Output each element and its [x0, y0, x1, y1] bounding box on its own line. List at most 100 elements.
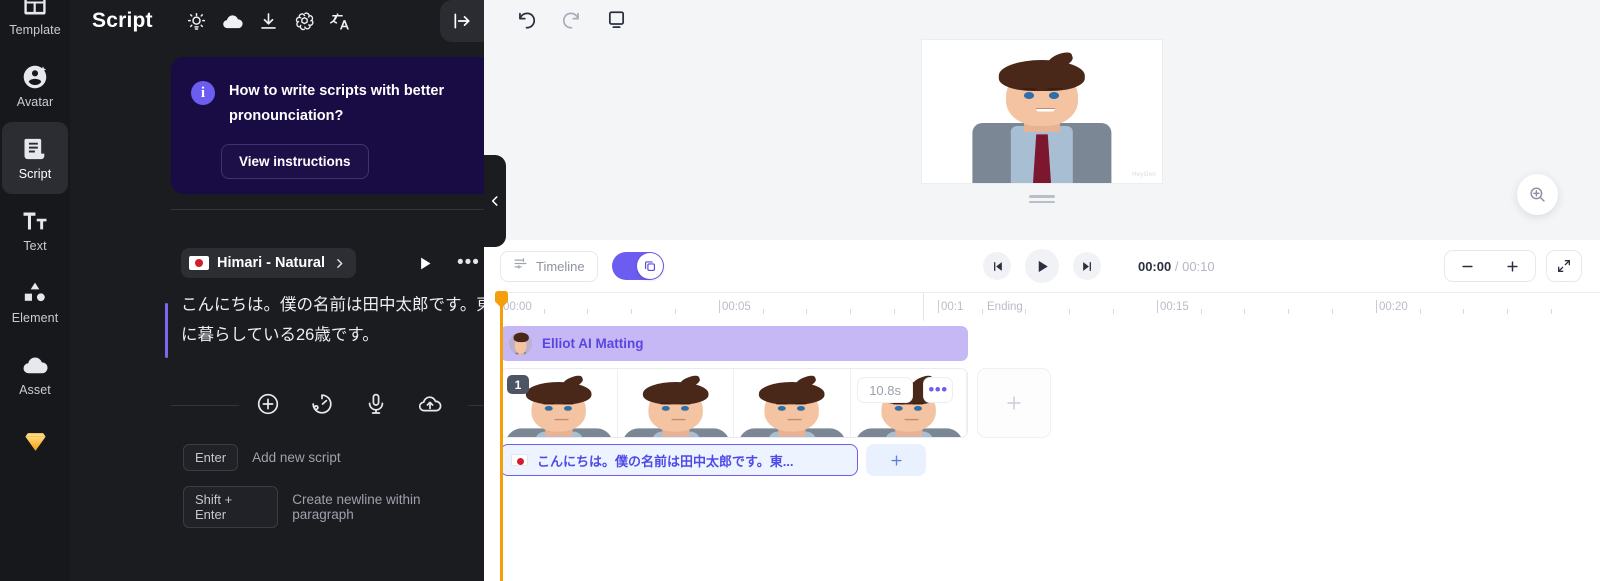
device-preview-icon[interactable] — [606, 10, 627, 31]
timeline-icon — [513, 256, 528, 276]
video-frame — [734, 369, 851, 437]
element-icon — [22, 280, 48, 306]
text-icon — [22, 208, 48, 234]
canvas-toolbar — [484, 0, 1600, 40]
video-track-clip[interactable]: 1 10.8s ••• — [500, 368, 968, 438]
ruler-tick-major: 00:20 — [1376, 300, 1408, 313]
more-horizontal-icon[interactable]: ••• — [457, 253, 480, 272]
keyboard-hints: Enter Add new script Shift + Enter Creat… — [183, 444, 484, 543]
play-icon[interactable] — [418, 256, 433, 271]
openai-icon[interactable] — [287, 5, 323, 37]
timeline-panel: Timeline 00:00 / 00:10 00:00 00:05 00:1 … — [484, 240, 1600, 581]
timeline-ruler[interactable]: 00:00 00:05 00:1 00:15 00:20 Ending — [500, 292, 1600, 321]
sidebar-item-label: Script — [18, 166, 52, 181]
premium-diamond-icon[interactable] — [2, 420, 68, 460]
add-script-button[interactable] — [866, 444, 926, 476]
script-panel: Script i How to write scripts with bette… — [70, 0, 536, 581]
cloud-upload-icon[interactable] — [215, 5, 251, 37]
undo-icon[interactable] — [516, 10, 537, 31]
panel-title: Script — [92, 9, 153, 32]
video-frame — [617, 369, 734, 437]
hint-key: Enter — [183, 444, 239, 471]
hint-text: Add new script — [252, 450, 341, 465]
microphone-icon[interactable] — [364, 392, 388, 416]
hint-row: Enter Add new script — [183, 444, 484, 471]
avatar-track-clip[interactable]: Elliot AI Matting — [500, 326, 968, 361]
ending-label: Ending — [987, 301, 1023, 313]
avatar-icon — [22, 64, 48, 90]
active-script-accent-bar — [165, 303, 168, 358]
translate-icon[interactable] — [323, 5, 359, 37]
redo-icon[interactable] — [561, 10, 582, 31]
time-separator: / — [1174, 258, 1179, 274]
pause-duration-icon[interactable] — [310, 392, 334, 416]
jp-flag-icon — [189, 256, 209, 270]
ruler-tick-major: 00:1 — [938, 300, 963, 313]
asset-cloud-icon — [22, 352, 48, 378]
play-button[interactable] — [1025, 249, 1059, 283]
lightbulb-icon[interactable] — [179, 5, 215, 37]
cloud-upload-icon[interactable] — [418, 392, 442, 416]
avatar-thumbnail — [509, 332, 532, 355]
zoom-out-button[interactable] — [1445, 251, 1490, 281]
sidebar-item-avatar[interactable]: Avatar — [2, 50, 68, 122]
sidebar-item-label: Avatar — [16, 94, 54, 109]
ruler-tick-major: 00:15 — [1157, 300, 1189, 313]
view-instructions-button[interactable]: View instructions — [221, 143, 369, 179]
voice-name: Himari - Natural — [217, 255, 325, 271]
time-readout: 00:00 / 00:10 — [1138, 259, 1215, 274]
clip-more-menu-button[interactable]: ••• — [923, 377, 953, 403]
clip-index-badge: 1 — [507, 375, 529, 394]
info-icon: i — [191, 81, 215, 105]
hint-text: Create newline within paragraph — [292, 492, 421, 522]
sidebar-item-script[interactable]: Script — [2, 122, 68, 194]
timeline-playhead[interactable] — [495, 291, 508, 581]
tab-timeline-label: Timeline — [536, 258, 585, 274]
canvas-zoom-in-button[interactable] — [1517, 174, 1558, 215]
skip-next-icon[interactable] — [1073, 252, 1101, 280]
sidebar-item-template[interactable]: Template — [2, 0, 68, 50]
timeline-mode-toggle[interactable] — [611, 252, 664, 280]
collapse-script-panel-button[interactable] — [484, 155, 506, 247]
chevron-right-icon — [333, 257, 346, 270]
total-time: 00:10 — [1182, 258, 1215, 274]
script-icon — [22, 136, 48, 162]
hint-row: Shift + Enter Create newline within para… — [183, 486, 484, 528]
playback-controls — [983, 249, 1101, 283]
sidebar-item-label: Asset — [19, 382, 51, 397]
jp-flag-icon — [511, 454, 528, 466]
fit-screen-button[interactable] — [1546, 250, 1582, 282]
resize-handle-icon[interactable] — [1029, 195, 1055, 203]
avatar-artwork — [922, 40, 1162, 183]
pronunciation-info-banner: i How to write scripts with better prono… — [171, 57, 535, 194]
sidebar-item-element[interactable]: Element — [2, 266, 68, 338]
voice-selector[interactable]: Himari - Natural — [181, 248, 356, 278]
banner-title: How to write scripts with better pronoun… — [229, 83, 445, 124]
divider — [171, 209, 535, 210]
sidebar-item-label: Template — [9, 22, 61, 37]
clip-duration-chip[interactable]: 10.8s — [857, 377, 913, 403]
zoom-control-group — [1444, 250, 1536, 282]
ruler-tick-major: 00:05 — [719, 300, 751, 313]
left-nav-rail: Template Avatar Script Text Element Asse… — [0, 0, 70, 581]
download-icon[interactable] — [251, 5, 287, 37]
add-circle-icon[interactable] — [256, 392, 280, 416]
sidebar-item-asset[interactable]: Asset — [2, 338, 68, 410]
add-media-button[interactable] — [977, 368, 1051, 438]
preview-watermark: HeyGen — [1132, 172, 1156, 178]
sidebar-item-text[interactable]: Text — [2, 194, 68, 266]
zoom-in-button[interactable] — [1490, 251, 1535, 281]
timeline-toolbar: Timeline 00:00 / 00:10 — [484, 240, 1600, 292]
skip-previous-icon[interactable] — [983, 252, 1011, 280]
script-track-clip[interactable]: こんにちは。僕の名前は田中太郎です。東... — [500, 444, 858, 476]
divider — [171, 405, 239, 406]
panel-expand-icon[interactable] — [440, 0, 484, 42]
script-clip-text: こんにちは。僕の名前は田中太郎です。東... — [537, 453, 794, 469]
script-tools — [256, 392, 442, 416]
timeline-right-controls — [1444, 250, 1582, 282]
ending-marker — [923, 293, 924, 321]
script-text[interactable]: こんにちは。僕の名前は田中太郎です。東京に暮らしている26歳です。 — [181, 290, 521, 350]
hint-key: Shift + Enter — [183, 486, 279, 528]
avatar-preview-stage[interactable]: HeyGen — [922, 40, 1162, 183]
tab-timeline[interactable]: Timeline — [500, 250, 598, 282]
